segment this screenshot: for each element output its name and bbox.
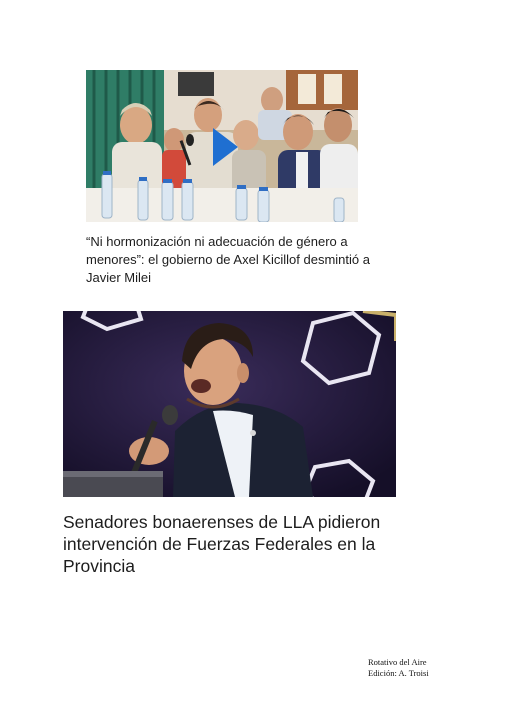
footer-credits: Rotativo del Aire Edición: A. Troisi bbox=[368, 657, 429, 679]
article-2-image[interactable] bbox=[63, 311, 396, 497]
article-1-headline[interactable]: “Ni hormonización ni adecuación de géner… bbox=[86, 233, 386, 287]
footer-publication-name: Rotativo del Aire bbox=[368, 657, 427, 667]
speaker-photo bbox=[63, 311, 396, 497]
meeting-photo bbox=[86, 70, 358, 222]
article-1-video-thumbnail[interactable] bbox=[86, 70, 358, 222]
footer-edition-credit: Edición: A. Troisi bbox=[368, 668, 429, 678]
article-2-headline[interactable]: Senadores bonaerenses de LLA pidieron in… bbox=[63, 511, 403, 577]
